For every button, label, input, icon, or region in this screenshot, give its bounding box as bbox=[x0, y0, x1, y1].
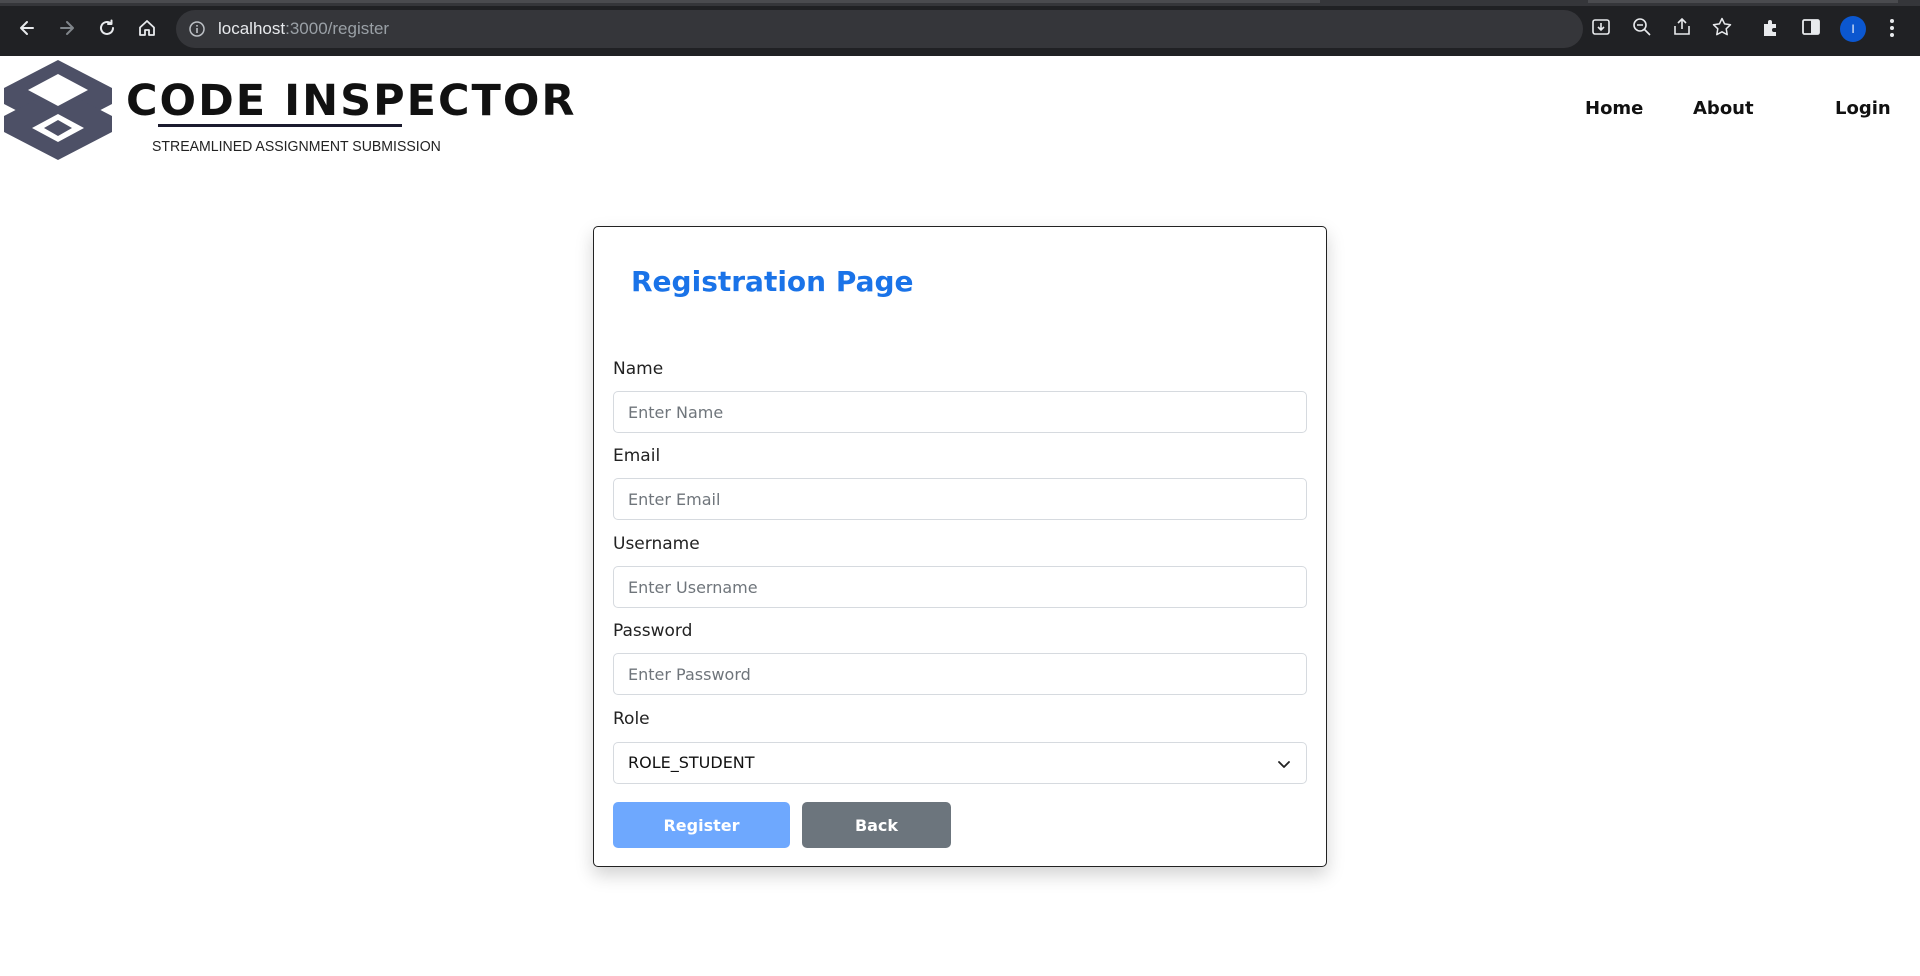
brand-title: CODE INSPECTOR bbox=[126, 76, 577, 126]
password-input[interactable] bbox=[613, 653, 1307, 695]
tab-strip-tab[interactable] bbox=[0, 0, 1320, 3]
install-icon[interactable] bbox=[1590, 16, 1612, 38]
share-icon[interactable] bbox=[1671, 16, 1693, 38]
nav-home-link[interactable]: Home bbox=[1585, 98, 1643, 119]
address-url[interactable]: localhost:3000/register bbox=[218, 19, 389, 39]
reload-icon[interactable] bbox=[93, 14, 121, 42]
role-label: Role bbox=[613, 709, 650, 729]
profile-avatar[interactable]: I bbox=[1840, 16, 1866, 42]
page-title: Registration Page bbox=[631, 265, 914, 298]
register-button[interactable]: Register bbox=[613, 802, 790, 848]
extensions-icon[interactable] bbox=[1760, 16, 1782, 38]
back-icon[interactable] bbox=[13, 14, 41, 42]
brand-underline bbox=[158, 124, 402, 127]
email-label: Email bbox=[613, 446, 661, 466]
registration-card: Registration Page Name Email Username Pa… bbox=[593, 226, 1327, 867]
browser-toolbar: localhost:3000/register I bbox=[0, 0, 1920, 56]
tab-strip-tab[interactable] bbox=[1588, 0, 1898, 3]
brand-tagline: STREAMLINED ASSIGNMENT SUBMISSION bbox=[152, 138, 441, 155]
email-input[interactable] bbox=[613, 478, 1307, 520]
star-icon[interactable] bbox=[1711, 16, 1733, 38]
home-icon[interactable] bbox=[133, 14, 161, 42]
role-select-value: ROLE_STUDENT bbox=[628, 753, 755, 772]
url-host: localhost bbox=[218, 19, 286, 38]
role-select[interactable]: ROLE_STUDENT bbox=[613, 742, 1307, 784]
url-path: :3000/register bbox=[285, 19, 390, 38]
chevron-down-icon bbox=[1278, 761, 1290, 768]
back-button[interactable]: Back bbox=[802, 802, 951, 848]
info-icon[interactable] bbox=[188, 20, 206, 38]
nav-about-link[interactable]: About bbox=[1693, 98, 1754, 119]
forward-icon[interactable] bbox=[53, 14, 81, 42]
zoom-icon[interactable] bbox=[1631, 16, 1653, 38]
name-input[interactable] bbox=[613, 391, 1307, 433]
side-panel-icon[interactable] bbox=[1800, 16, 1822, 38]
nav-login-link[interactable]: Login bbox=[1835, 98, 1891, 119]
name-label: Name bbox=[613, 359, 664, 379]
username-input[interactable] bbox=[613, 566, 1307, 608]
logo-icon[interactable] bbox=[2, 58, 114, 162]
password-label: Password bbox=[613, 621, 693, 641]
username-label: Username bbox=[613, 534, 700, 554]
address-bar[interactable]: localhost:3000/register bbox=[176, 10, 1583, 48]
menu-icon[interactable] bbox=[1884, 16, 1900, 40]
